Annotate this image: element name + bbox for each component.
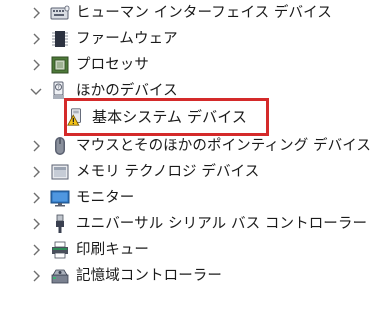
tree-item-label: モニター xyxy=(76,190,135,206)
tree-item-print-queue[interactable]: 印刷キュー xyxy=(0,237,149,263)
tree-item-label: マウスとそのほかのポインティング デバイス xyxy=(76,138,371,154)
firmware-chip-icon xyxy=(50,29,70,49)
chevron-right-icon[interactable] xyxy=(28,57,44,73)
processor-icon xyxy=(50,55,70,75)
chevron-right-icon[interactable] xyxy=(28,190,44,206)
tree-item-label: プロセッサ xyxy=(76,57,149,73)
tree-item-processor[interactable]: プロセッサ xyxy=(0,52,149,78)
chevron-right-icon[interactable] xyxy=(28,268,44,284)
highlight-box xyxy=(64,98,269,136)
chevron-right-icon[interactable] xyxy=(28,5,44,21)
tree-item-storage-controllers[interactable]: 記憶域コントローラー xyxy=(0,263,222,289)
chevron-right-icon[interactable] xyxy=(28,164,44,180)
tree-item-hid[interactable]: ヒューマン インターフェイス デバイス xyxy=(0,0,332,26)
device-manager-tree: ヒューマン インターフェイス デバイス ファームウェア プロセッサ ? ほかのデ… xyxy=(0,0,376,309)
usb-icon xyxy=(50,214,70,234)
monitor-icon xyxy=(50,188,70,208)
mouse-icon xyxy=(50,136,70,156)
tree-item-label: ユニバーサル シリアル バス コントローラー xyxy=(76,216,368,232)
memory-technology-icon xyxy=(50,162,70,182)
storage-controller-icon xyxy=(50,266,70,286)
chevron-down-icon[interactable] xyxy=(28,83,44,99)
tree-item-firmware[interactable]: ファームウェア xyxy=(0,26,178,52)
hid-device-icon xyxy=(50,3,70,23)
tree-item-usb-controllers[interactable]: ユニバーサル シリアル バス コントローラー xyxy=(0,211,367,237)
chevron-right-icon[interactable] xyxy=(28,242,44,258)
tree-item-label: ファームウェア xyxy=(76,31,178,47)
tree-item-label: ヒューマン インターフェイス デバイス xyxy=(76,5,332,21)
tree-item-mouse[interactable]: マウスとそのほかのポインティング デバイス xyxy=(0,133,371,159)
tree-item-label: メモリ テクノロジ デバイス xyxy=(76,164,260,180)
svg-text:?: ? xyxy=(57,85,60,91)
chevron-right-icon[interactable] xyxy=(28,138,44,154)
tree-item-label: 印刷キュー xyxy=(76,242,149,258)
tree-item-label: 記憶域コントローラー xyxy=(76,268,222,284)
tree-item-monitor[interactable]: モニター xyxy=(0,185,134,211)
chevron-right-icon[interactable] xyxy=(28,31,44,47)
printer-icon xyxy=(50,240,70,260)
chevron-right-icon[interactable] xyxy=(28,216,44,232)
tree-item-memory-technology[interactable]: メモリ テクノロジ デバイス xyxy=(0,159,259,185)
